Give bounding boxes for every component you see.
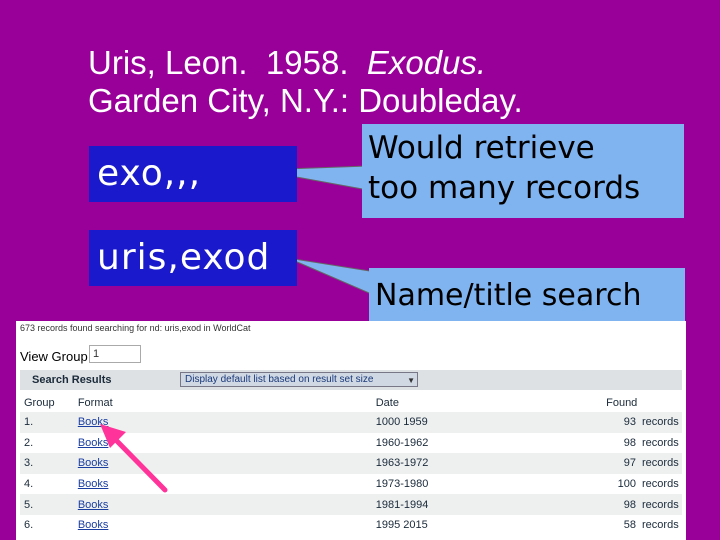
results-table: Group Format Date Found 1. Books 1000 19… xyxy=(20,393,682,536)
row-unit: records xyxy=(642,412,682,433)
row-count: 98 xyxy=(606,494,643,515)
table-row: 2. Books 1960-1962 98 records xyxy=(20,433,682,454)
callout-name-title-text: Name/title search xyxy=(375,278,642,313)
callout-name-title: Name/title search xyxy=(369,268,685,324)
search-key-2: uris,exod xyxy=(97,237,271,278)
row-count: 98 xyxy=(623,436,637,449)
row-count: 97 xyxy=(606,453,643,474)
column-header-date: Date xyxy=(375,396,399,409)
column-header-group: Group xyxy=(24,396,55,409)
row-date: 1960-1962 xyxy=(375,436,429,449)
table-row: 4. Books 1973-1980 100 records xyxy=(20,474,682,495)
row-count: 100 xyxy=(617,478,637,491)
results-count-header: 673 records found searching for nd: uris… xyxy=(20,323,251,333)
callout-too-many-line-1: Would retrieve xyxy=(368,130,595,166)
row-unit: records xyxy=(642,494,682,515)
column-header-found: Found xyxy=(606,396,638,409)
search-results-title: Search Results xyxy=(32,374,112,386)
table-row: 1. Books 1000 1959 93 records xyxy=(20,412,682,433)
row-unit: records xyxy=(642,478,679,491)
row-group: 4. xyxy=(24,478,34,491)
format-link[interactable]: Books xyxy=(78,457,109,469)
format-link[interactable]: Books xyxy=(78,519,109,531)
row-unit: records xyxy=(642,436,679,449)
search-key-box-1: exo,,, xyxy=(89,146,297,202)
table-row: 5. Books 1981-1994 98 records xyxy=(20,494,682,515)
search-key-1: exo,,, xyxy=(97,153,202,194)
row-group: 1. xyxy=(20,412,78,433)
display-list-select-value: Display default list based on result set… xyxy=(185,374,374,385)
view-group-label: View Group xyxy=(20,349,88,364)
row-group: 5. xyxy=(20,494,78,515)
callout-too-many-line-2: too many records xyxy=(368,170,641,206)
table-row: 3. Books 1963-1972 97 records xyxy=(20,453,682,474)
row-date: 1000 1959 xyxy=(375,412,607,433)
row-date: 1973-1980 xyxy=(375,478,429,491)
row-date: 1995 2015 xyxy=(375,519,428,532)
view-group-input[interactable]: 1 xyxy=(89,345,141,363)
format-link[interactable]: Books xyxy=(78,437,109,449)
format-link[interactable]: Books xyxy=(78,416,109,428)
display-list-select[interactable]: Display default list based on result set… xyxy=(180,372,418,387)
row-count: 58 xyxy=(623,519,637,532)
row-unit: records xyxy=(642,453,682,474)
row-date: 1981-1994 xyxy=(375,494,607,515)
search-results-bar: Search Results Display default list base… xyxy=(20,370,682,390)
row-count: 93 xyxy=(606,412,643,433)
row-group: 6. xyxy=(24,519,34,532)
column-header-format: Format xyxy=(77,396,113,409)
callout-too-many: Would retrieve too many records xyxy=(362,124,684,218)
search-results-screenshot: 673 records found searching for nd: uris… xyxy=(16,321,686,540)
format-link[interactable]: Books xyxy=(78,478,109,490)
results-table-header: Group Format Date Found xyxy=(20,393,682,412)
search-key-box-2: uris,exod xyxy=(89,230,297,286)
row-date: 1963-1972 xyxy=(375,453,607,474)
row-unit: records xyxy=(642,519,679,532)
callout-pointer-2 xyxy=(287,257,377,297)
chevron-down-icon: ▼ xyxy=(407,376,415,385)
row-group: 3. xyxy=(20,453,78,474)
row-group: 2. xyxy=(24,436,34,449)
table-row: 6. Books 1995 2015 58 records xyxy=(20,515,682,536)
format-link[interactable]: Books xyxy=(78,499,109,511)
